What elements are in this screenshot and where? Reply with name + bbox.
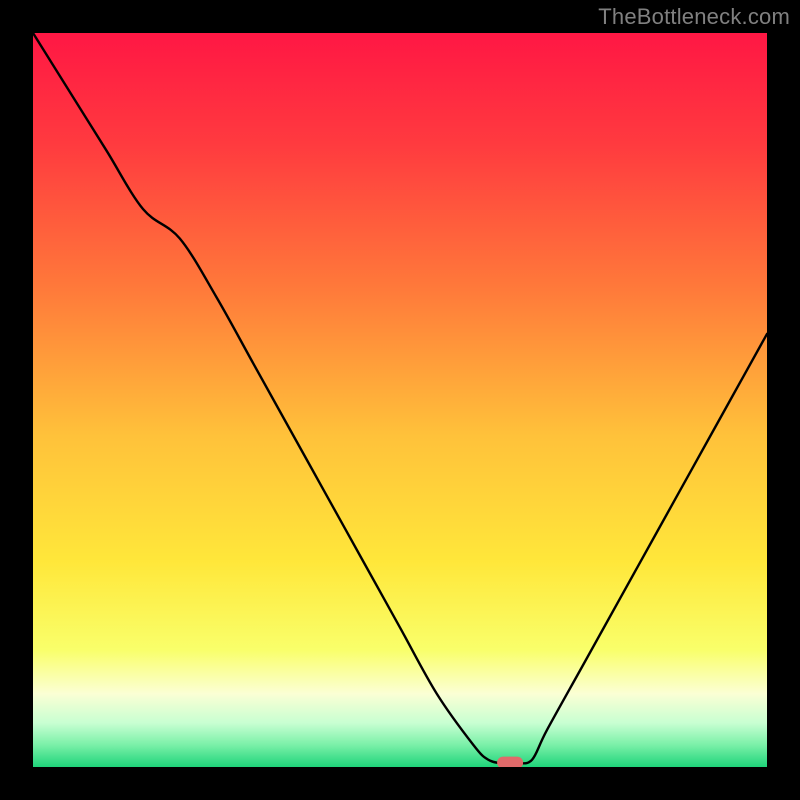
bottleneck-curve-chart <box>33 33 767 767</box>
chart-frame: TheBottleneck.com <box>0 0 800 800</box>
plot-area <box>33 33 767 767</box>
optimal-point-marker <box>497 757 523 767</box>
watermark-text: TheBottleneck.com <box>598 4 790 30</box>
gradient-background <box>33 33 767 767</box>
